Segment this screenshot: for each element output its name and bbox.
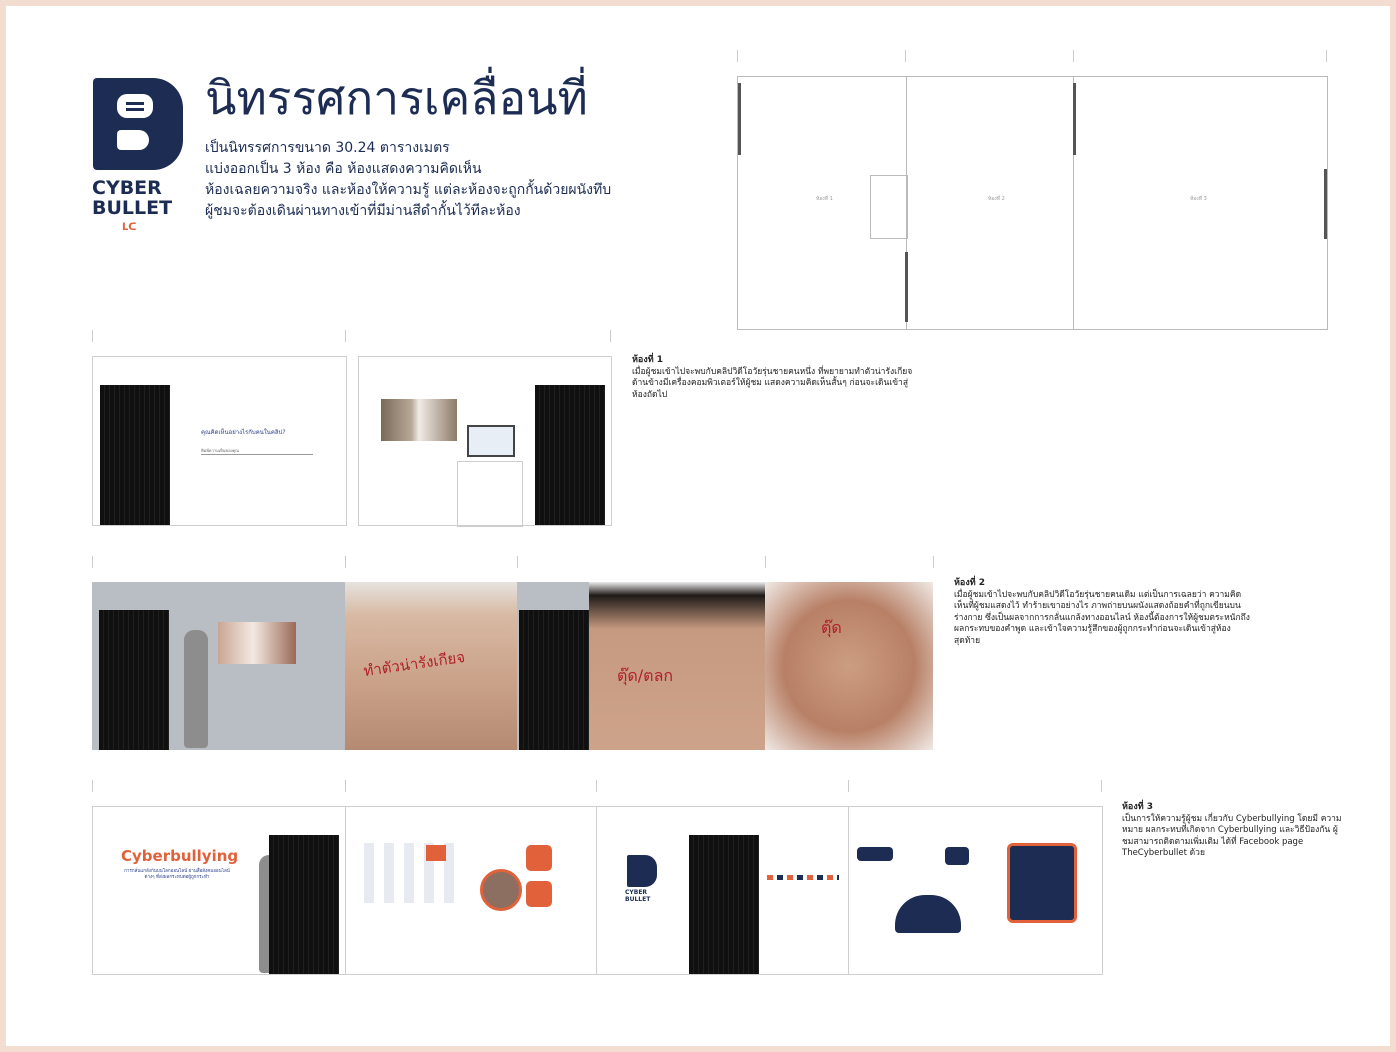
hooded-figure-icon <box>895 895 961 933</box>
plan-room-label: ห้องที่ 3 <box>1190 196 1207 202</box>
video-screen-image <box>218 622 296 664</box>
black-curtain <box>519 610 589 750</box>
infographic-devices <box>354 843 464 903</box>
room3-heading: ห้องที่ 3 <box>1122 802 1154 812</box>
black-curtain <box>535 385 605 525</box>
computer-monitor-icon <box>467 425 515 457</box>
face-writing-photo: ตุ๊ด <box>765 582 933 750</box>
room1-input-line: พิมพ์ความเห็นของคุณ <box>201 447 313 455</box>
visitor-silhouette-icon <box>184 630 208 748</box>
intro-line: ห้องเฉลยความจริง และห้องให้ความรู้ แต่ละ… <box>205 182 612 198</box>
room1-question-text: คุณคิดเห็นอย่างไรกับคนในคลิป? <box>201 429 286 436</box>
face-writing-text: ตุ๊ด <box>821 618 842 637</box>
room2-description: ห้องที่ 2 เมื่อผู้ชมเข้าไปจะพบกับคลิปวิด… <box>954 578 1254 647</box>
phone-facebook-icon <box>1007 843 1077 923</box>
logo-line2: BULLET <box>92 197 173 219</box>
room3-wall-logo: CYBER BULLET <box>596 806 850 975</box>
back-writing-photo: ตุ๊ด/ตลก <box>589 582 765 750</box>
speech-bubble-icon <box>945 847 969 865</box>
red-device-icon <box>426 845 446 861</box>
face-card-icon <box>526 845 552 871</box>
partner-logos <box>767 875 839 880</box>
computer-desk <box>457 461 523 527</box>
room1-wall-left: คุณคิดเห็นอย่างไรกับคนในคลิป? พิมพ์ความเ… <box>92 356 347 526</box>
room1-text: เมื่อผู้ชมเข้าไปจะพบกับคลิปวิดีโอวัยรุ่น… <box>632 366 913 400</box>
room3-wall-poster: Cyberbullying การกลั่นแกล้งกันบนโลกออนไล… <box>92 806 347 975</box>
black-curtain <box>100 385 170 525</box>
logo-sub-mark: ᒪᑕ <box>122 222 137 233</box>
plan-room-label: ห้องที่ 1 <box>816 196 833 202</box>
logo-line1: CYBER <box>92 177 162 199</box>
room2-wall-back: ตุ๊ด/ตลก <box>517 582 765 750</box>
room2-text: เมื่อผู้ชมเข้าไปจะพบกับคลิปวิดีโอวัยรุ่น… <box>954 589 1250 646</box>
page-title: นิทรรศการเคลื่อนที่ <box>205 71 588 125</box>
room3-description: ห้องที่ 3 เป็นการให้ความรู้ผู้ชม เกี่ยวก… <box>1122 802 1342 860</box>
black-curtain <box>689 835 759 974</box>
poster-title: Cyberbullying <box>121 847 239 865</box>
speech-bubble-icon <box>857 847 893 861</box>
intro-text: เป็นนิทรรศการขนาด 30.24 ตารางเมตร แบ่งออ… <box>205 138 685 222</box>
cyber-bullet-logo-icon <box>93 78 183 170</box>
black-curtain <box>269 835 339 974</box>
room3-wall-facebook <box>848 806 1103 975</box>
plan-room-label: ห้องที่ 2 <box>988 196 1005 202</box>
logo-line1: CYBER <box>625 889 648 896</box>
room1-wall-right <box>358 356 612 527</box>
room1-description: ห้องที่ 1 เมื่อผู้ชมเข้าไปจะพบกับคลิปวิด… <box>632 355 922 401</box>
intro-line: เป็นนิทรรศการขนาด 30.24 ตารางเมตร <box>205 140 450 156</box>
logo-wordmark: CYBER BULLET <box>92 178 184 218</box>
room3-text: เป็นการให้ความรู้ผู้ชม เกี่ยวกับ Cyberbu… <box>1122 813 1342 859</box>
infographic-circle-icon <box>480 869 522 911</box>
body-writing-text: ทำตัวน่ารังเกียจ <box>362 647 467 681</box>
cyber-bullet-logo-icon <box>627 855 657 887</box>
back-writing-text: ตุ๊ด/ตลก <box>617 666 674 685</box>
room1-heading: ห้องที่ 1 <box>632 355 664 365</box>
intro-line: แบ่งออกเป็น 3 ห้อง คือ ห้องแสดงความคิดเห… <box>205 161 482 177</box>
black-curtain <box>99 610 169 750</box>
video-screen-image <box>381 399 457 441</box>
logo-line2: BULLET <box>625 896 651 903</box>
room3-wall-infographic <box>345 806 598 975</box>
poster-text: การกลั่นแกล้งกันบนโลกออนไลน์ ผ่านสื่อสัง… <box>124 869 230 880</box>
intro-line: ผู้ชมจะต้องเดินผ่านทางเข้าที่มีม่านสีดำก… <box>205 203 521 219</box>
room2-wall-entry <box>92 582 345 750</box>
floor-plan: ห้องที่ 1 ห้องที่ 2 ห้องที่ 3 <box>737 76 1328 330</box>
face-card-icon <box>526 881 552 907</box>
room2-heading: ห้องที่ 2 <box>954 578 986 588</box>
body-writing-photo: ทำตัวน่ารังเกียจ <box>345 582 517 750</box>
